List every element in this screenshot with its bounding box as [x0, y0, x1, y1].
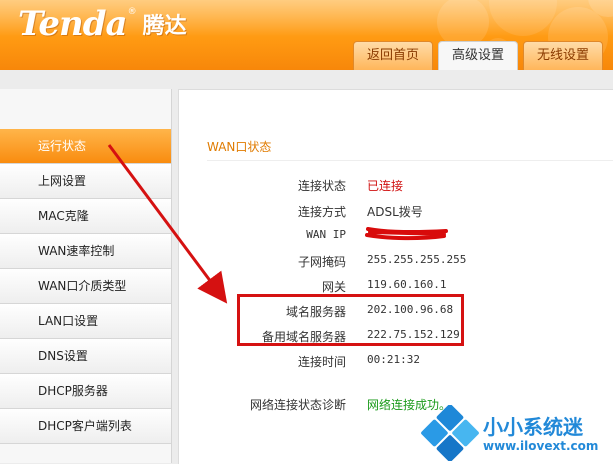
value-connection-mode: ADSL拨号 — [367, 205, 423, 219]
sidebar-item-dns-settings[interactable]: DNS设置 — [0, 339, 171, 374]
row-subnet-mask: 子网掩码 255.255.255.255 — [179, 253, 613, 273]
tab-home[interactable]: 返回首页 — [353, 41, 434, 70]
sidebar-item-lan-settings[interactable]: LAN口设置 — [0, 304, 171, 339]
top-tabs: 返回首页 高级设置 无线设置 — [353, 41, 608, 70]
label-subnet-mask: 子网掩码 — [297, 255, 346, 269]
sidebar-item-mac-clone[interactable]: MAC克隆 — [0, 199, 171, 234]
value-subnet-mask: 255.255.255.255 — [367, 253, 467, 266]
label-gateway: 网关 — [321, 280, 346, 294]
label-connection-status: 连接状态 — [297, 179, 346, 193]
section-title: WAN口状态 — [207, 140, 272, 154]
sidebar-item-running-status[interactable]: 运行状态 — [0, 129, 171, 164]
watermark: 小小系统迷 www.ilovext.com — [421, 403, 613, 463]
label-wan-ip: WAN IP — [306, 228, 346, 241]
row-connection-time: 连接时间 00:21:32 — [179, 353, 613, 373]
watermark-name: 小小系统迷 — [483, 415, 583, 439]
value-gateway: 119.60.160.1 — [367, 278, 447, 291]
registered-mark: ® — [127, 7, 137, 17]
watermark-url: www.ilovext.com — [483, 439, 599, 453]
sidebar-item-wan-media-type[interactable]: WAN口介质类型 — [0, 269, 171, 304]
brand: Tenda ® 腾达 — [18, 4, 187, 44]
windows-logo-icon — [421, 405, 479, 461]
annotation-highlight-box — [237, 294, 464, 346]
sidebar-item-internet-settings[interactable]: 上网设置 — [0, 164, 171, 199]
brand-name-cn: 腾达 — [142, 14, 187, 39]
tab-advanced-settings[interactable]: 高级设置 — [438, 41, 519, 70]
sidebar-item-wan-rate-control[interactable]: WAN速率控制 — [0, 234, 171, 269]
title-divider — [207, 160, 613, 161]
header-banner: Tenda ® 腾达 返回首页 高级设置 无线设置 — [0, 0, 613, 70]
row-wan-ip: WAN IP — [179, 228, 613, 248]
sidebar: 运行状态 上网设置 MAC克隆 WAN速率控制 WAN口介质类型 LAN口设置 … — [0, 89, 172, 463]
brand-logo: Tenda — [18, 4, 128, 44]
value-connection-time: 00:21:32 — [367, 353, 420, 366]
label-network-diagnosis: 网络连接状态诊断 — [249, 398, 346, 412]
row-connection-status: 连接状态 已连接 — [179, 177, 613, 197]
value-connection-status: 已连接 — [367, 179, 404, 193]
sidebar-item-dhcp-server[interactable]: DHCP服务器 — [0, 374, 171, 409]
row-connection-mode: 连接方式 ADSL拨号 — [179, 203, 613, 223]
label-connection-time: 连接时间 — [297, 355, 346, 369]
sidebar-item-dhcp-client-list[interactable]: DHCP客户端列表 — [0, 409, 171, 444]
label-connection-mode: 连接方式 — [297, 205, 346, 219]
tab-wireless-settings[interactable]: 无线设置 — [523, 41, 604, 70]
